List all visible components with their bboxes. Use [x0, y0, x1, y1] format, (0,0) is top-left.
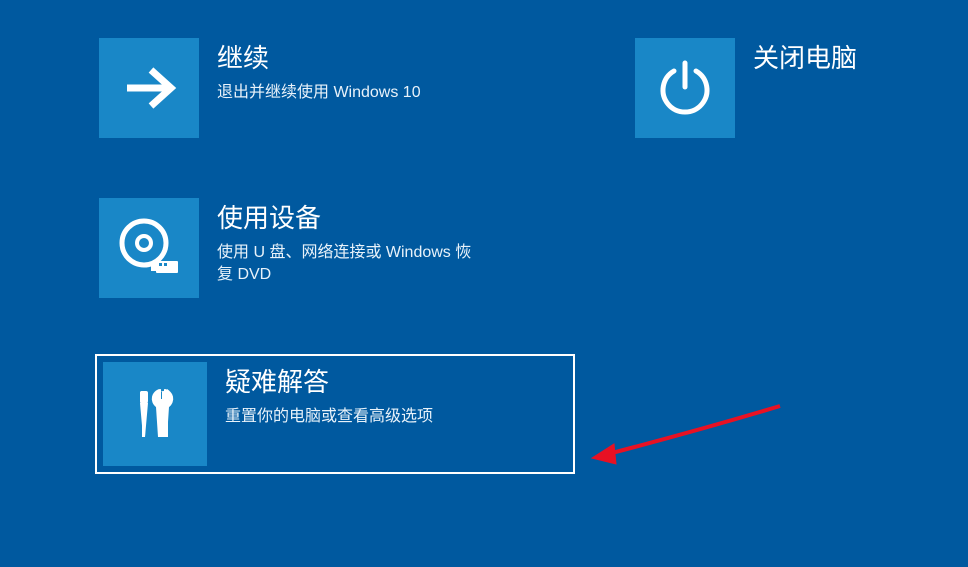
continue-desc: 退出并继续使用 Windows 10: [217, 82, 477, 104]
power-icon: [654, 57, 716, 119]
option-use-device[interactable]: 使用设备 使用 U 盘、网络连接或 Windows 恢复 DVD: [95, 194, 555, 302]
use-device-text: 使用设备 使用 U 盘、网络连接或 Windows 恢复 DVD: [217, 198, 551, 287]
options-row-1: 继续 退出并继续使用 Windows 10: [95, 34, 968, 142]
recovery-options-screen: 继续 退出并继续使用 Windows 10: [0, 0, 968, 474]
option-continue[interactable]: 继续 退出并继续使用 Windows 10: [95, 34, 551, 142]
arrow-right-icon: [117, 56, 181, 120]
use-device-desc: 使用 U 盘、网络连接或 Windows 恢复 DVD: [217, 242, 477, 287]
troubleshoot-tile: [103, 362, 207, 466]
troubleshoot-desc: 重置你的电脑或查看高级选项: [225, 406, 485, 428]
options-grid: 继续 退出并继续使用 Windows 10: [95, 34, 968, 474]
troubleshoot-title: 疑难解答: [225, 366, 567, 400]
shutdown-text: 关闭电脑: [753, 38, 964, 82]
continue-tile: [99, 38, 199, 138]
option-shutdown[interactable]: 关闭电脑: [631, 34, 968, 142]
continue-title: 继续: [217, 42, 547, 76]
shutdown-title: 关闭电脑: [753, 42, 964, 76]
use-device-title: 使用设备: [217, 202, 551, 236]
tools-icon: [122, 381, 188, 447]
option-troubleshoot[interactable]: 疑难解答 重置你的电脑或查看高级选项: [95, 354, 575, 474]
shutdown-tile: [635, 38, 735, 138]
troubleshoot-text: 疑难解答 重置你的电脑或查看高级选项: [225, 362, 567, 428]
continue-text: 继续 退出并继续使用 Windows 10: [217, 38, 547, 104]
use-device-tile: [99, 198, 199, 298]
disc-usb-icon: [114, 213, 184, 283]
